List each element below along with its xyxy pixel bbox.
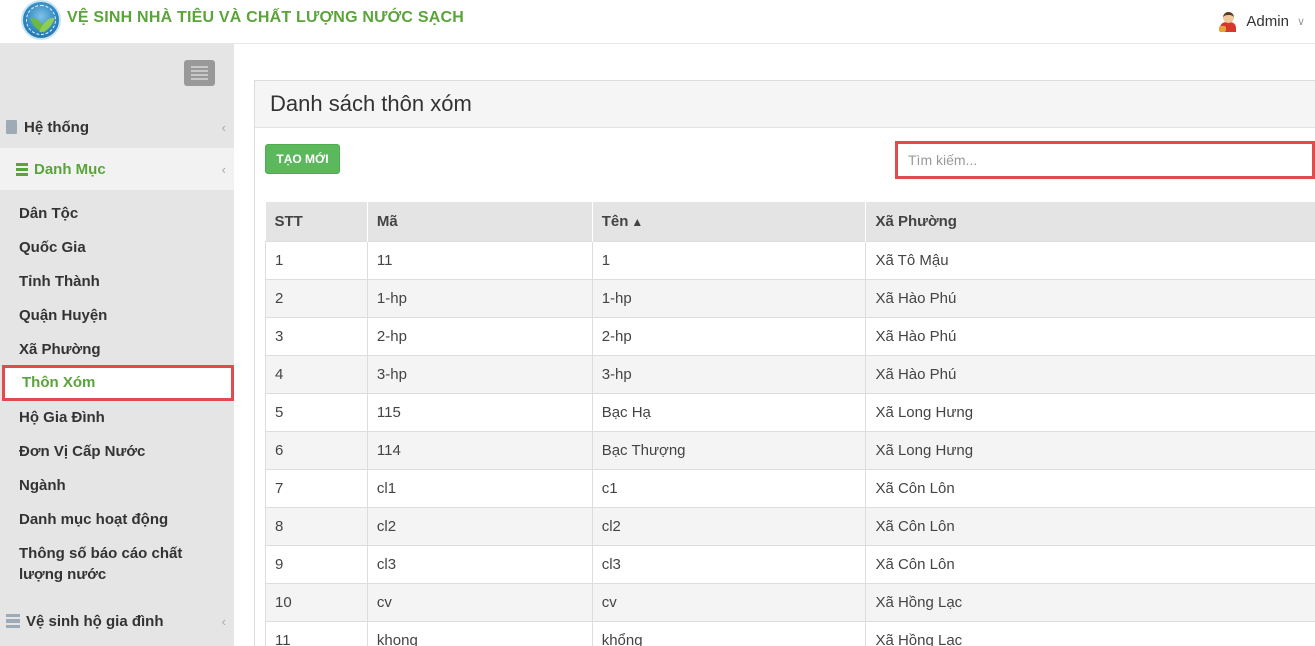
app-title[interactable]: VỆ SINH NHÀ TIÊU VÀ CHẤT LƯỢNG NƯỚC SẠCH xyxy=(67,9,464,27)
chevron-left-icon: ‹ xyxy=(221,119,226,135)
table-cell: 114 xyxy=(366,430,593,469)
sidebar-item-quoc-gia[interactable]: Quốc Gia xyxy=(0,237,234,258)
table-row[interactable]: 1 11 1 Xã Tô Mậu xyxy=(265,240,1315,279)
data-table: STT Mã Tên ▲ Xã Phường 1 11 1 Xã Tô Mậu 2 1-hp… xyxy=(265,202,1315,646)
table-cell: cl2 xyxy=(366,506,593,545)
table-cell: 4 xyxy=(265,354,368,393)
table-row[interactable]: 2 1-hp 1-hp Xã Hào Phú xyxy=(265,278,1315,317)
table-cell: Xã Hồng Lạc xyxy=(865,582,1315,621)
document-icon xyxy=(6,120,17,134)
table-row[interactable]: 6 114 Bạc Thượng Xã Long Hưng xyxy=(265,430,1315,469)
create-new-button[interactable]: TẠO MỚI xyxy=(265,144,340,174)
sidebar: Hệ thống ‹ Danh Mục ‹ Dân Tộc Quốc Gia T… xyxy=(0,44,234,646)
page-title: Danh sách thôn xóm xyxy=(270,91,472,116)
sidebar-section-system[interactable]: Hệ thống ‹ xyxy=(0,106,234,148)
table-cell: 7 xyxy=(265,468,368,507)
table-cell: Xã Côn Lôn xyxy=(865,468,1315,507)
top-navbar: VỆ SINH NHÀ TIÊU VÀ CHẤT LƯỢNG NƯỚC SẠCH… xyxy=(0,0,1315,44)
column-header-ma[interactable]: Mã xyxy=(367,202,593,241)
user-name: Admin xyxy=(1246,12,1289,30)
sidebar-item-don-vi-cap-nuoc[interactable]: Đơn Vị Cấp Nước xyxy=(0,441,234,462)
list-icon xyxy=(16,162,28,176)
search-input[interactable] xyxy=(895,141,1315,179)
table-row[interactable]: 5 115 Bạc Hạ Xã Long Hưng xyxy=(265,392,1315,431)
column-header-stt[interactable]: STT xyxy=(265,202,368,241)
column-header-xa-phuong[interactable]: Xã Phường xyxy=(865,202,1315,241)
content-panel: Danh sách thôn xóm TẠO MỚI STT Mã Tên▲ X… xyxy=(254,80,1315,646)
panel-header: Danh sách thôn xóm xyxy=(255,81,1315,128)
chevron-left-icon: ‹ xyxy=(221,613,226,629)
table-cell: 3-hp xyxy=(591,354,866,393)
sidebar-toggle-button[interactable] xyxy=(184,60,215,86)
sidebar-item-dan-toc[interactable]: Dân Tộc xyxy=(0,203,234,224)
table-cell: 115 xyxy=(366,392,593,431)
table-cell: cv xyxy=(366,582,593,621)
chevron-down-icon: ∨ xyxy=(1296,15,1305,28)
table-cell: 8 xyxy=(265,506,368,545)
table-cell: 2-hp xyxy=(591,316,866,355)
table-cell: khổng xyxy=(591,620,866,646)
table-cell: Bạc Hạ xyxy=(591,392,866,431)
table-cell: cl2 xyxy=(591,506,866,545)
sidebar-section-ve-sinh[interactable]: Vệ sinh hộ gia đình ‹ xyxy=(0,600,234,642)
table-row[interactable]: 4 3-hp 3-hp Xã Hào Phú xyxy=(265,354,1315,393)
table-cell: 9 xyxy=(265,544,368,583)
table-cell: 10 xyxy=(265,582,368,621)
table-row[interactable]: 11 khong khổng Xã Hồng Lạc xyxy=(265,620,1315,646)
table-cell: Xã Hào Phú xyxy=(865,316,1315,355)
table-cell: cl3 xyxy=(591,544,866,583)
sidebar-item-nganh[interactable]: Ngành xyxy=(0,475,234,496)
sidebar-item-ho-gia-dinh[interactable]: Hộ Gia Đình xyxy=(0,407,234,428)
sort-ascending-icon: ▲ xyxy=(631,214,644,229)
table-cell: 5 xyxy=(265,392,368,431)
table-cell: Xã Tô Mậu xyxy=(865,240,1315,279)
table-cell: 1-hp xyxy=(591,278,866,317)
sidebar-section-label: Hệ thống xyxy=(24,118,89,136)
table-cell: Xã Long Hưng xyxy=(865,430,1315,469)
table-cell: 2 xyxy=(265,278,368,317)
table-cell: Xã Hồng Lạc xyxy=(865,620,1315,646)
table-cell: Bạc Thượng xyxy=(591,430,866,469)
chevron-left-icon: ‹ xyxy=(221,161,226,177)
table-cell: Xã Hào Phú xyxy=(865,278,1315,317)
table-cell: Xã Hào Phú xyxy=(865,354,1315,393)
sidebar-item-danh-muc-hoat-dong[interactable]: Danh mục hoạt động xyxy=(0,509,234,530)
table-cell: khong xyxy=(366,620,593,646)
table-header-row: STT Mã Tên ▲ Xã Phường xyxy=(265,202,1315,241)
table-row[interactable]: 8 cl2 cl2 Xã Côn Lôn xyxy=(265,506,1315,545)
sidebar-item-quan-huyen[interactable]: Quận Huyện xyxy=(0,305,234,326)
table-cell: cl3 xyxy=(366,544,593,583)
app-logo[interactable] xyxy=(21,0,61,40)
sidebar-section-label: Vệ sinh hộ gia đình xyxy=(26,612,164,630)
sidebar-item-thong-so-bao-cao[interactable]: Thông số báo cáo chất lượng nước xyxy=(0,543,200,585)
table-cell: cv xyxy=(591,582,866,621)
user-avatar-icon xyxy=(1218,10,1238,32)
sidebar-item-thon-xom[interactable]: Thôn Xóm xyxy=(2,365,234,401)
table-cell: Xã Côn Lôn xyxy=(865,506,1315,545)
sidebar-item-xa-phuong[interactable]: Xã Phường xyxy=(0,339,234,360)
table-cell: 3 xyxy=(265,316,368,355)
table-cell: 11 xyxy=(265,620,368,646)
sidebar-item-tinh-thanh[interactable]: Tỉnh Thành xyxy=(0,271,234,292)
table-row[interactable]: 7 cl1 c1 Xã Côn Lôn xyxy=(265,468,1315,507)
table-cell: Xã Long Hưng xyxy=(865,392,1315,431)
table-row[interactable]: 9 cl3 cl3 Xã Côn Lôn xyxy=(265,544,1315,583)
table-row[interactable]: 3 2-hp 2-hp Xã Hào Phú xyxy=(265,316,1315,355)
column-header-ten[interactable]: Tên ▲ xyxy=(592,202,867,241)
sidebar-section-danhmuc[interactable]: Danh Mục ‹ xyxy=(0,148,234,190)
table-cell: 11 xyxy=(366,240,593,279)
server-icon xyxy=(6,614,20,628)
table-cell: Xã Côn Lôn xyxy=(865,544,1315,583)
user-menu[interactable]: Admin ∨ xyxy=(1218,10,1305,32)
table-cell: 3-hp xyxy=(366,354,593,393)
table-cell: c1 xyxy=(591,468,866,507)
table-cell: 1 xyxy=(591,240,866,279)
table-cell: 2-hp xyxy=(366,316,593,355)
table-cell: 6 xyxy=(265,430,368,469)
sidebar-section-label: Danh Mục xyxy=(34,160,106,178)
table-cell: 1-hp xyxy=(366,278,593,317)
table-cell: cl1 xyxy=(366,468,593,507)
table-cell: 1 xyxy=(265,240,368,279)
table-row[interactable]: 10 cv cv Xã Hồng Lạc xyxy=(265,582,1315,621)
